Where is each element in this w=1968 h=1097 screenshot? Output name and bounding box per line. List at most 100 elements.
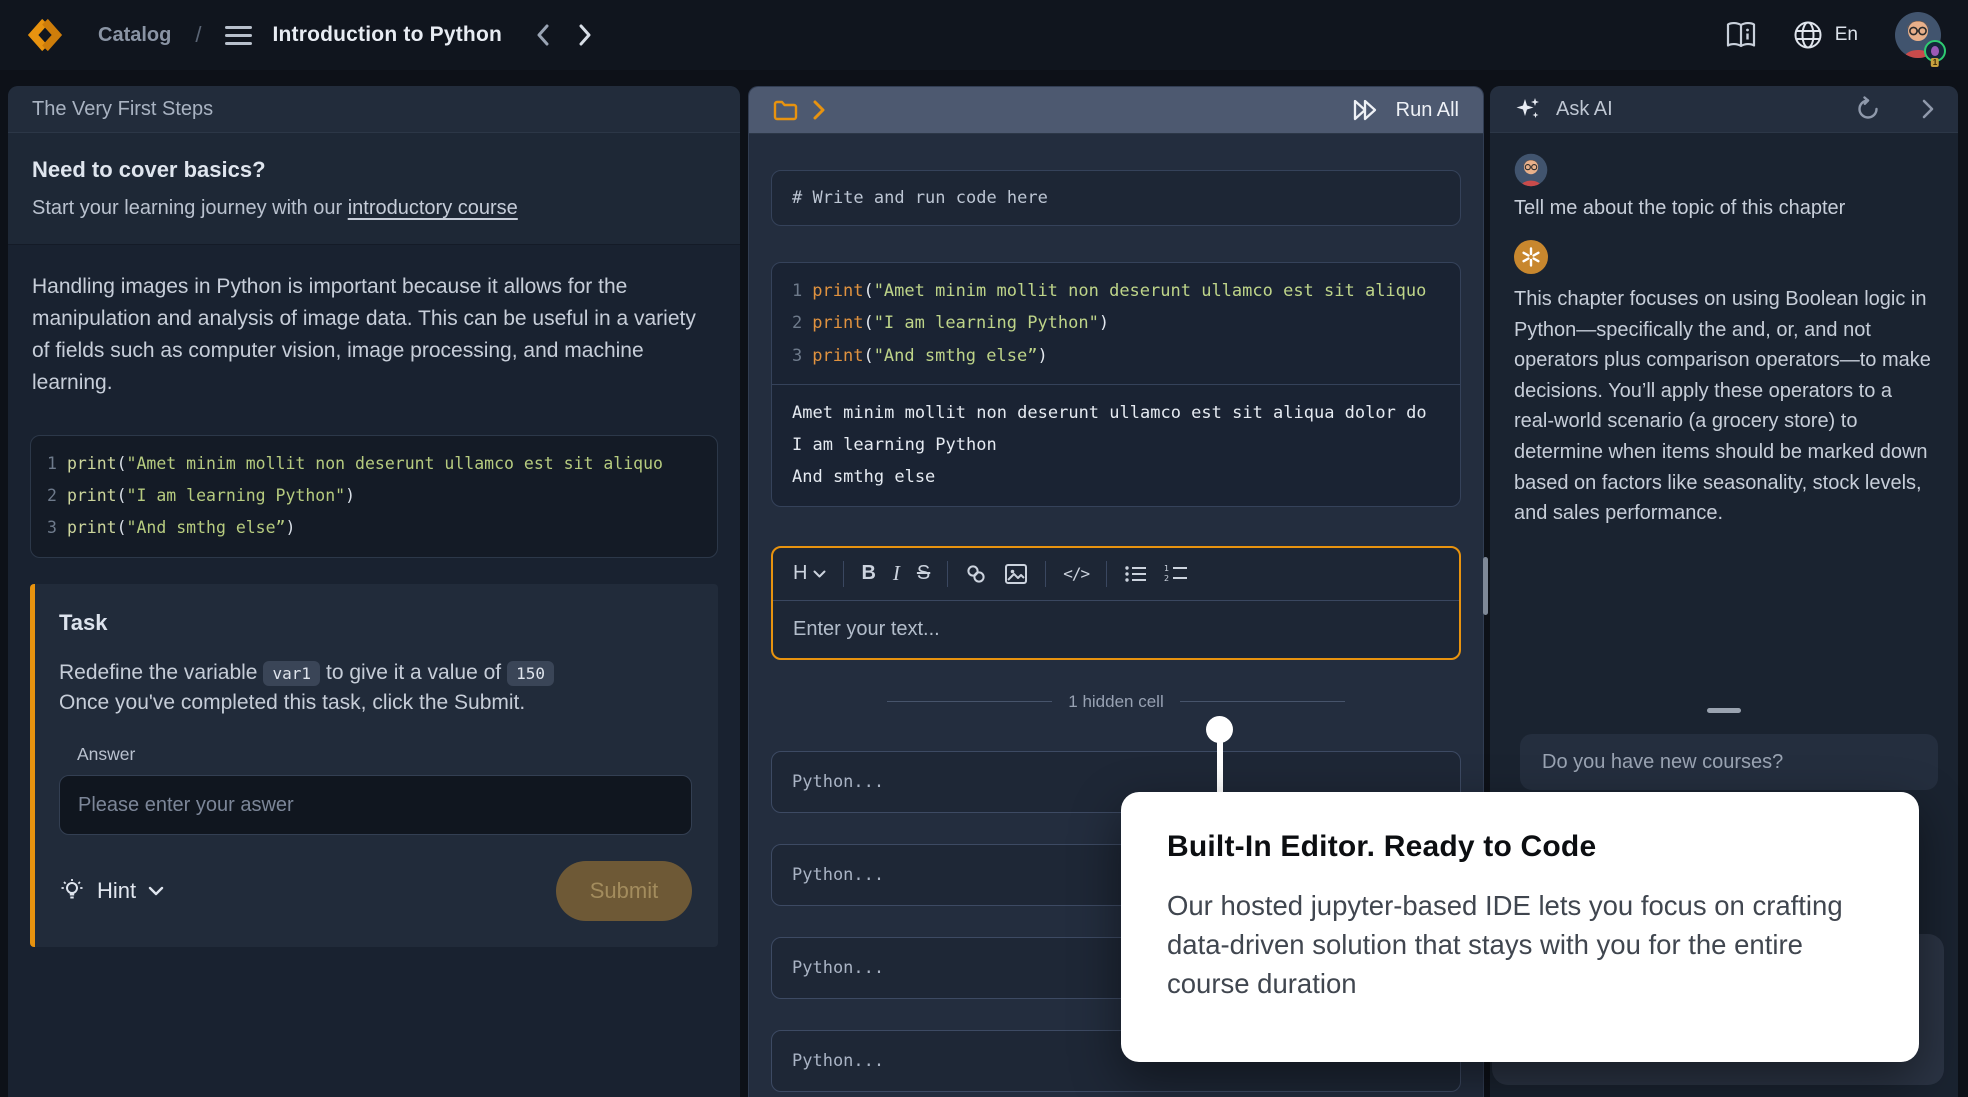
ask-ai-header: Ask AI <box>1490 86 1958 133</box>
breadcrumb-separator: / <box>195 22 201 48</box>
code-line: 3print("And smthg else”) <box>792 340 1440 372</box>
inline-code-150: 150 <box>507 661 554 686</box>
ai-message: This chapter focuses on using Boolean lo… <box>1514 284 1934 529</box>
bullet-list-button[interactable] <box>1124 564 1147 584</box>
svg-text:2: 2 <box>1164 574 1169 583</box>
language-label: En <box>1835 24 1858 46</box>
hidden-cells-label: 1 hidden cell <box>1068 692 1163 712</box>
brand-logo-icon[interactable] <box>26 16 64 54</box>
numbered-list-icon: 1 2 <box>1164 564 1188 584</box>
code-cell-output: Amet minim mollit non deserunt ullamco e… <box>772 385 1460 506</box>
hint-toggle[interactable]: Hint <box>59 878 164 904</box>
expand-chevron-icon[interactable] <box>812 100 825 120</box>
bullet-list-icon <box>1124 564 1147 584</box>
navbar-right-group: En 1 <box>1725 11 1942 59</box>
lesson-panel: The Very First Steps Need to cover basic… <box>8 86 740 1097</box>
chevron-right-icon <box>577 24 592 46</box>
lesson-paragraph: Handling images in Python is important b… <box>8 245 740 399</box>
achievement-badge: 1 <box>1924 40 1946 62</box>
lesson-panel-header: The Very First Steps <box>8 86 740 133</box>
rich-text-input[interactable]: Enter your text... <box>773 600 1459 658</box>
task-heading: Task <box>59 610 692 636</box>
docs-book-icon[interactable] <box>1725 21 1757 49</box>
bold-button[interactable]: B <box>861 562 875 585</box>
page-title: Introduction to Python <box>272 23 502 47</box>
globe-icon <box>1793 20 1823 50</box>
chevron-down-icon <box>813 570 826 578</box>
divider-line <box>1180 701 1345 702</box>
next-chapter-button[interactable] <box>577 24 592 46</box>
sparkles-icon <box>1514 95 1542 123</box>
chevron-left-icon <box>536 24 551 46</box>
task-card: Task Redefine the variablevar1to give it… <box>30 584 718 948</box>
hint-label: Hint <box>97 878 136 904</box>
hidden-cells-divider[interactable]: 1 hidden cell <box>749 692 1483 712</box>
resize-handle[interactable] <box>1707 708 1741 713</box>
intro-callout: Need to cover basics? Start your learnin… <box>8 133 740 245</box>
lesson-code-block: 1print("Amet minim mollit non deserunt u… <box>30 435 718 558</box>
italic-button[interactable]: I <box>893 561 900 586</box>
code-cell[interactable]: 1print("Amet minim mollit non deserunt u… <box>771 262 1461 507</box>
divider-line <box>887 701 1052 702</box>
link-button[interactable] <box>965 563 987 585</box>
ask-ai-title: Ask AI <box>1556 98 1613 121</box>
link-icon <box>965 563 987 585</box>
insert-image-button[interactable] <box>1004 563 1028 585</box>
code-line: 2print("I am learning Python") <box>792 307 1440 339</box>
chevron-down-icon <box>148 886 164 896</box>
image-icon <box>1004 563 1028 585</box>
toolbar-divider <box>1045 561 1046 587</box>
breadcrumb-catalog[interactable]: Catalog <box>98 24 171 47</box>
strikethrough-button[interactable]: S <box>917 562 930 585</box>
introductory-course-link[interactable]: introductory course <box>348 197 518 219</box>
tooltip-title: Built-In Editor. Ready to Code <box>1167 830 1873 864</box>
collapse-panel-icon[interactable] <box>1921 99 1934 119</box>
reset-chat-icon[interactable] <box>1855 96 1881 122</box>
inline-code-var1: var1 <box>263 661 320 686</box>
language-selector[interactable]: En <box>1793 20 1858 50</box>
folder-icon[interactable] <box>773 100 798 121</box>
code-format-button[interactable]: </> <box>1063 564 1089 583</box>
intro-heading: Need to cover basics? <box>32 157 716 183</box>
tooltip-body: Our hosted jupyter-based IDE lets you fo… <box>1167 886 1873 1003</box>
editor-scrollbar-thumb[interactable] <box>1483 557 1488 615</box>
task-instruction-1: Redefine the variablevar1to give it a va… <box>59 658 692 688</box>
user-avatar[interactable]: 1 <box>1894 11 1942 59</box>
run-all-icon <box>1352 98 1384 122</box>
answer-label: Answer <box>77 744 692 765</box>
svg-text:1: 1 <box>1164 564 1169 573</box>
lightbulb-icon <box>59 878 85 904</box>
toolbar-divider <box>843 561 844 587</box>
run-all-button[interactable]: Run All <box>1352 98 1459 122</box>
user-message: Tell me about the topic of this chapter <box>1514 197 1934 220</box>
code-line: 2print("I am learning Python") <box>47 480 701 512</box>
tooltip-anchor-dot <box>1206 716 1233 743</box>
onboarding-tooltip: Built-In Editor. Ready to Code Our hoste… <box>1121 792 1919 1062</box>
editor-panel-header: Run All <box>749 87 1483 134</box>
submit-button[interactable]: Submit <box>556 861 692 921</box>
output-line: I am learning Python <box>792 429 1440 461</box>
top-navbar: Catalog / Introduction to Python <box>0 0 1968 70</box>
numbered-list-button[interactable]: 1 2 <box>1164 564 1188 584</box>
ask-ai-suggestion-input[interactable]: Do you have new courses? <box>1520 734 1938 790</box>
chapter-menu-icon[interactable] <box>225 26 252 45</box>
heading-dropdown[interactable]: H <box>793 562 826 585</box>
toolbar-divider <box>1106 561 1107 587</box>
rich-text-toolbar: H B I S <box>773 548 1459 600</box>
output-line: And smthg else <box>792 461 1440 493</box>
task-instruction-2: Once you've completed this task, click t… <box>59 688 692 718</box>
user-message-avatar <box>1514 153 1548 187</box>
toolbar-divider <box>947 561 948 587</box>
scratch-code-cell[interactable]: # Write and run code here <box>771 170 1461 226</box>
task-actions: Hint Submit <box>59 861 692 921</box>
page: Catalog / Introduction to Python <box>0 0 1968 1097</box>
code-cell-source[interactable]: 1print("Amet minim mollit non deserunt u… <box>772 263 1460 385</box>
output-line: Amet minim mollit non deserunt ullamco e… <box>792 397 1440 429</box>
openai-logo-icon <box>1520 246 1542 268</box>
rich-text-editor: H B I S <box>771 546 1461 660</box>
answer-input[interactable] <box>59 775 692 835</box>
prev-chapter-button[interactable] <box>536 24 551 46</box>
code-line: 1print("Amet minim mollit non deserunt u… <box>792 275 1440 307</box>
lesson-title: The Very First Steps <box>32 98 213 121</box>
intro-text: Start your learning journey with our <box>32 197 348 219</box>
